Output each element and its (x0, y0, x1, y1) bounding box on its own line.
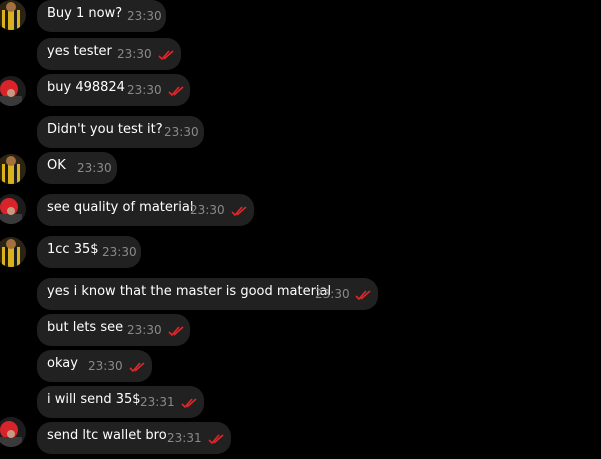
double-check-icon (355, 290, 371, 300)
message-bubble[interactable]: Didn't you test it? 23:30 (37, 116, 204, 148)
double-check-icon (181, 398, 197, 408)
double-check-icon (208, 434, 224, 444)
message-time: 23:30 (88, 359, 123, 373)
double-check-icon (168, 86, 184, 96)
message-time: 23:30 (127, 9, 162, 23)
message-time: 23:30 (190, 203, 225, 217)
message-time: 23:30 (315, 287, 350, 301)
message-bubble[interactable]: 1cc 35$ 23:30 (37, 236, 141, 268)
avatar-yellow-icon (0, 0, 26, 30)
message-time: 23:30 (117, 47, 152, 61)
message-text: see quality of material (47, 200, 194, 215)
message-bubble[interactable]: send ltc wallet bro 23:31 (37, 422, 231, 454)
message-text: 1cc 35$ (47, 242, 99, 257)
message-bubble[interactable]: yes i know that the master is good mater… (37, 278, 378, 310)
avatar[interactable] (0, 194, 26, 224)
message-text: Didn't you test it? (47, 122, 163, 137)
message-time: 23:30 (127, 83, 162, 97)
message-bubble[interactable]: buy 498824 23:30 (37, 74, 190, 106)
double-check-icon (158, 50, 174, 60)
message-text: okay (47, 356, 78, 371)
message-text: yes tester (47, 44, 112, 59)
message-time: 23:30 (77, 161, 112, 175)
message-bubble[interactable]: OK 23:30 (37, 152, 117, 184)
message-text: send ltc wallet bro (47, 428, 167, 443)
avatar-red-icon (0, 194, 26, 224)
message-time: 23:30 (127, 323, 162, 337)
avatar[interactable] (0, 76, 26, 106)
message-text: yes i know that the master is good mater… (47, 284, 332, 299)
message-text: i will send 35$ (47, 392, 141, 407)
message-bubble[interactable]: but lets see 23:30 (37, 314, 190, 346)
avatar[interactable] (0, 237, 26, 267)
double-check-icon (129, 362, 145, 372)
avatar-yellow-icon (0, 237, 26, 267)
avatar[interactable] (0, 417, 26, 447)
avatar-red-icon (0, 417, 26, 447)
message-time: 23:30 (164, 125, 199, 139)
message-bubble[interactable]: i will send 35$ 23:31 (37, 386, 204, 418)
message-bubble[interactable]: see quality of material 23:30 (37, 194, 254, 226)
double-check-icon (231, 206, 247, 216)
message-time: 23:31 (140, 395, 175, 409)
avatar[interactable] (0, 154, 26, 184)
message-bubble[interactable]: Buy 1 now? 23:30 (37, 0, 166, 32)
double-check-icon (168, 326, 184, 336)
message-bubble[interactable]: yes tester 23:30 (37, 38, 181, 70)
message-bubble[interactable]: okay 23:30 (37, 350, 152, 382)
message-text: Buy 1 now? (47, 6, 123, 21)
message-text: but lets see (47, 320, 124, 335)
avatar-yellow-icon (0, 154, 26, 184)
avatar-red-icon (0, 76, 26, 106)
message-time: 23:30 (102, 245, 137, 259)
chat-history: Buy 1 now? 23:30 yes tester 23:30 buy 49… (0, 0, 601, 459)
message-text: OK (47, 158, 66, 173)
message-text: buy 498824 (47, 80, 125, 95)
avatar[interactable] (0, 0, 26, 30)
message-time: 23:31 (167, 431, 202, 445)
